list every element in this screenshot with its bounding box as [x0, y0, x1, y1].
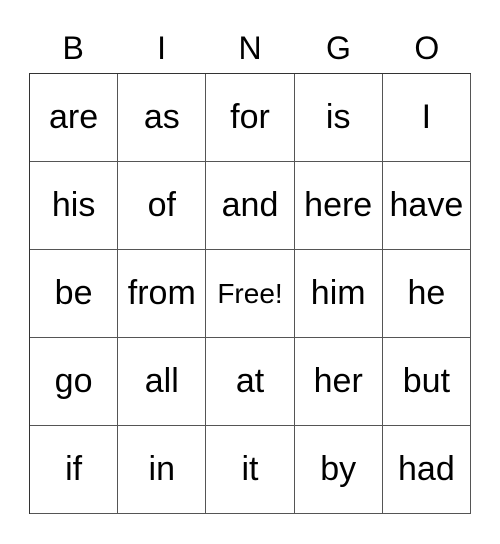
header-letter-g: G: [325, 30, 351, 66]
bingo-cell[interactable]: her: [294, 338, 383, 426]
bingo-cell[interactable]: but: [382, 338, 471, 426]
bingo-cell[interactable]: from: [118, 250, 207, 338]
bingo-cell[interactable]: if: [30, 426, 119, 514]
bingo-cell[interactable]: had: [382, 426, 471, 514]
bingo-header: B I N G O: [29, 26, 471, 70]
bingo-cell[interactable]: as: [118, 74, 207, 162]
bingo-cell[interactable]: go: [30, 338, 119, 426]
bingo-cell[interactable]: it: [206, 426, 295, 514]
bingo-cell[interactable]: him: [294, 250, 383, 338]
bingo-cell[interactable]: of: [118, 162, 207, 250]
bingo-cell[interactable]: have: [382, 162, 471, 250]
bingo-cell[interactable]: here: [294, 162, 383, 250]
header-letter-b: B: [62, 30, 84, 66]
bingo-cell[interactable]: are: [30, 74, 119, 162]
bingo-cell[interactable]: be: [30, 250, 119, 338]
bingo-grid: are as for is I his of and here have be …: [29, 73, 471, 514]
bingo-cell[interactable]: and: [206, 162, 295, 250]
bingo-cell[interactable]: at: [206, 338, 295, 426]
bingo-cell[interactable]: in: [118, 426, 207, 514]
bingo-cell[interactable]: I: [382, 74, 471, 162]
free-space-cell[interactable]: Free!: [206, 250, 295, 338]
header-letter-n: N: [238, 30, 262, 66]
bingo-cell[interactable]: he: [382, 250, 471, 338]
bingo-cell[interactable]: for: [206, 74, 295, 162]
bingo-cell[interactable]: his: [30, 162, 119, 250]
header-letter-o: O: [414, 30, 440, 66]
header-letter-i: I: [157, 30, 167, 66]
bingo-cell[interactable]: is: [294, 74, 383, 162]
bingo-cell[interactable]: by: [294, 426, 383, 514]
bingo-cell[interactable]: all: [118, 338, 207, 426]
